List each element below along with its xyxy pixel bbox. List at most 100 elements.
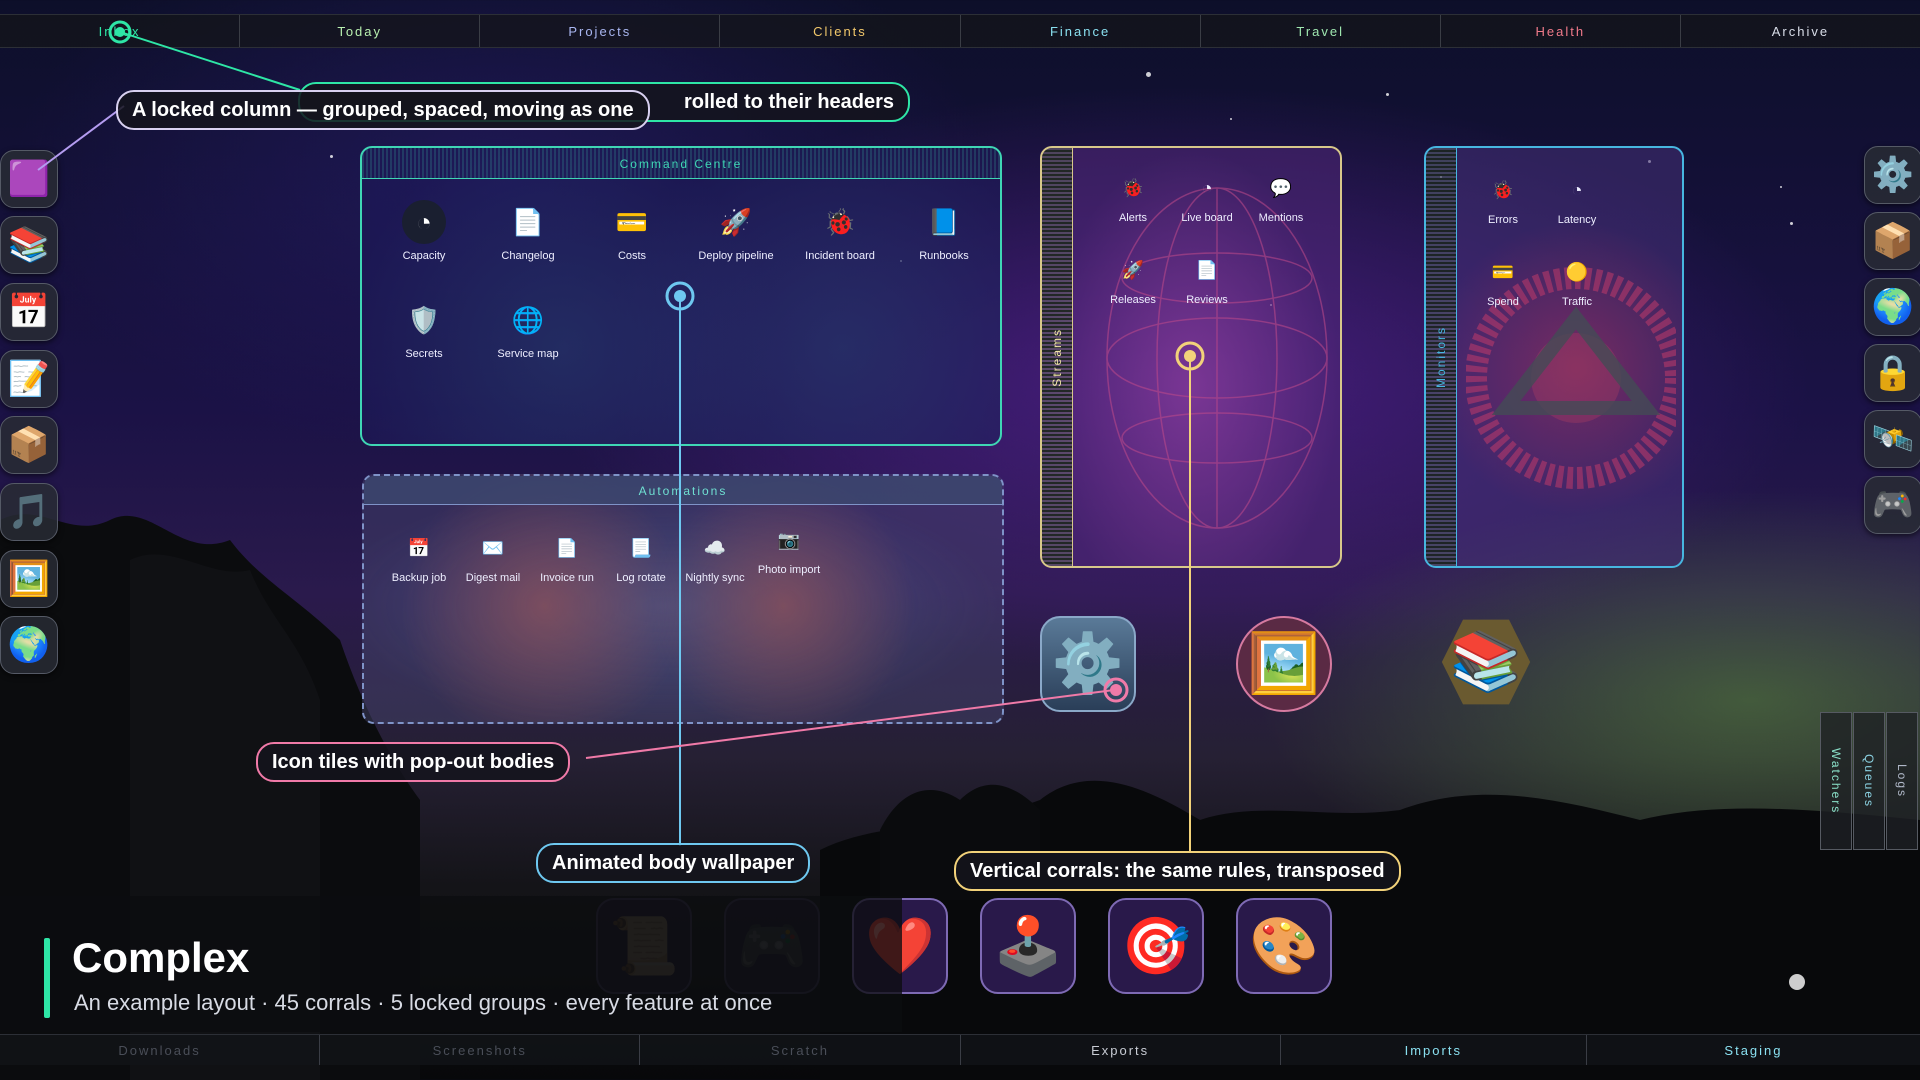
corral-automations[interactable]: Automations 📅 Backup job ✉️ Digest mail 📄 I… — [362, 474, 1004, 724]
callout-wallpaper: Animated body wallpaper — [536, 843, 811, 883]
left-dock-picture-icon[interactable]: 🖼️ — [0, 550, 58, 608]
lock-icon: 🔒 — [1871, 354, 1915, 392]
tab-health[interactable]: Health — [1441, 15, 1681, 47]
tab-label: Travel — [1296, 23, 1344, 39]
tab-projects[interactable]: Projects — [480, 15, 721, 47]
tab-label: Archive — [1771, 23, 1830, 39]
app-label: Capacity — [402, 250, 446, 262]
corral-title: Streams — [1050, 327, 1064, 387]
left-dock-calendar-icon[interactable]: 📅 — [0, 283, 58, 341]
tab-clients[interactable]: Clients — [720, 15, 961, 47]
pixel-art-icon: 🟪 — [7, 160, 51, 198]
left-dock-pixel-art-icon[interactable]: 🟪 — [0, 150, 58, 208]
music-icon: 🎵 — [7, 493, 51, 531]
corral-header-vertical[interactable]: Streams — [1042, 148, 1073, 566]
corral-header[interactable]: Command Centre — [362, 148, 1000, 179]
left-dock-package-icon[interactable]: 📦 — [0, 416, 58, 474]
tab-inbox[interactable]: Inbox — [0, 15, 241, 47]
corral-command-centre[interactable]: Command Centre ◔ Capacity 📄 Changelog 💳 Cos… — [360, 146, 1002, 446]
books-icon: 📚 — [1449, 629, 1523, 694]
tab-downloads[interactable]: Downloads — [0, 1035, 321, 1065]
app-reviews[interactable]: 📄 Reviews — [1170, 254, 1244, 307]
app-secrets[interactable]: 🛡️ Secrets — [374, 298, 474, 361]
side-tab-label: Watchers — [1829, 747, 1843, 815]
app-changelog[interactable]: 📄 Changelog — [478, 200, 578, 263]
traffic-icon: 🟡 — [1565, 261, 1589, 282]
app-label: Spend — [1487, 296, 1519, 308]
app-capacity[interactable]: ◔ Capacity — [374, 200, 474, 262]
globe-icon: 🌍 — [7, 626, 51, 664]
app-latency[interactable]: ◔ Latency — [1540, 174, 1614, 227]
tile-palette[interactable]: 🎨 — [1236, 898, 1332, 994]
tab-label: Clients — [813, 23, 867, 39]
tab-finance[interactable]: Finance — [961, 15, 1201, 47]
right-dock-globe-icon[interactable]: 🌍 — [1864, 278, 1920, 336]
left-dock-music-icon[interactable]: 🎵 — [0, 483, 58, 541]
corral-header[interactable]: Automations — [364, 476, 1002, 505]
app-spend[interactable]: 💳 Spend — [1466, 256, 1540, 309]
tile-target[interactable]: 🎯 — [1108, 898, 1204, 994]
bug-icon: 🐞 — [823, 206, 857, 237]
side-tab-logs[interactable]: Logs — [1886, 712, 1918, 850]
tab-scratch[interactable]: Scratch — [640, 1035, 961, 1065]
right-dock-gear-icon[interactable]: ⚙️ — [1864, 146, 1920, 204]
package-icon: 📦 — [1871, 222, 1915, 260]
tab-screenshots[interactable]: Screenshots — [320, 1035, 641, 1065]
left-dock-books-icon[interactable]: 📚 — [0, 216, 58, 274]
tab-label: Finance — [1049, 23, 1111, 39]
calendar-icon: 📅 — [407, 537, 431, 558]
app-invoice-run[interactable]: 📄 Invoice run — [530, 532, 604, 585]
app-live-board[interactable]: ◔ Live board — [1170, 172, 1244, 225]
right-dock-package-icon[interactable]: 📦 — [1864, 212, 1920, 270]
corral-monitors[interactable]: Monitors 🐞 Errors ◔ Latency 💳 Spend 🟡 Traffi… — [1424, 146, 1684, 568]
side-tab-watchers[interactable]: Watchers — [1820, 712, 1852, 850]
tab-label: Downloads — [118, 1042, 201, 1058]
tab-today[interactable]: Today — [240, 15, 481, 47]
left-dock-globe-icon[interactable]: 🌍 — [0, 616, 58, 674]
side-tab-queues[interactable]: Queues — [1853, 712, 1885, 850]
tab-label: Screenshots — [432, 1042, 527, 1058]
app-backup-job[interactable]: 📅 Backup job — [382, 532, 456, 585]
gear-icon: ⚙️ — [1051, 631, 1125, 696]
gauge-icon: ◔ — [1201, 177, 1213, 198]
app-digest-mail[interactable]: ✉️ Digest mail — [456, 532, 530, 585]
app-traffic[interactable]: 🟡 Traffic — [1540, 256, 1614, 309]
app-alerts[interactable]: 🐞 Alerts — [1096, 172, 1170, 225]
app-nightly-sync[interactable]: ☁️ Nightly sync — [678, 532, 752, 585]
app-releases[interactable]: 🚀 Releases — [1096, 254, 1170, 307]
right-dock-gamepad-icon[interactable]: 🎮 — [1864, 476, 1920, 534]
wallet-icon: 💳 — [1491, 261, 1515, 282]
mail-icon: ✉️ — [481, 537, 505, 558]
tile-gear[interactable]: ⚙️ — [1040, 616, 1136, 712]
right-dock-satellite-icon[interactable]: 🛰️ — [1864, 410, 1920, 468]
corral-streams[interactable]: Streams 🐞 Alerts ◔ Live board 💬 Mentions 🚀 R… — [1040, 146, 1342, 568]
app-service-map[interactable]: 🌐 Service map — [478, 298, 578, 361]
tile-joystick[interactable]: 🕹️ — [980, 898, 1076, 994]
app-label: Mentions — [1258, 212, 1304, 224]
tile-books[interactable]: 📚 — [1441, 619, 1531, 705]
right-dock-lock-icon[interactable]: 🔒 — [1864, 344, 1920, 402]
app-runbooks[interactable]: 📘 Runbooks — [894, 200, 994, 263]
tab-label: Staging — [1724, 1042, 1783, 1058]
tab-exports[interactable]: Exports — [961, 1035, 1281, 1065]
app-log-rotate[interactable]: 📃 Log rotate — [604, 532, 678, 585]
left-dock-memo-icon[interactable]: 📝 — [0, 350, 58, 408]
tab-imports[interactable]: Imports — [1281, 1035, 1587, 1065]
app-photo-import[interactable]: 📷 Photo import — [752, 524, 826, 577]
app-deploy-pipeline[interactable]: 🚀 Deploy pipeline — [686, 200, 786, 263]
app-label: Live board — [1181, 212, 1233, 224]
tile-picture[interactable]: 🖼️ — [1236, 616, 1332, 712]
corral-title: Command Centre — [619, 157, 743, 171]
chat-icon: 💬 — [1269, 177, 1293, 198]
app-errors[interactable]: 🐞 Errors — [1466, 174, 1540, 227]
app-costs[interactable]: 💳 Costs — [582, 200, 682, 263]
app-incident-board[interactable]: 🐞 Incident board — [790, 200, 890, 263]
package-icon: 📦 — [7, 426, 51, 464]
tab-archive[interactable]: Archive — [1681, 15, 1920, 47]
tab-staging[interactable]: Staging — [1587, 1035, 1920, 1065]
corral-header-vertical[interactable]: Monitors — [1426, 148, 1457, 566]
side-tab-label: Logs — [1895, 763, 1909, 799]
app-mentions[interactable]: 💬 Mentions — [1244, 172, 1318, 225]
tab-travel[interactable]: Travel — [1201, 15, 1441, 47]
callout-text: Vertical corrals: the same rules, transp… — [970, 859, 1385, 882]
